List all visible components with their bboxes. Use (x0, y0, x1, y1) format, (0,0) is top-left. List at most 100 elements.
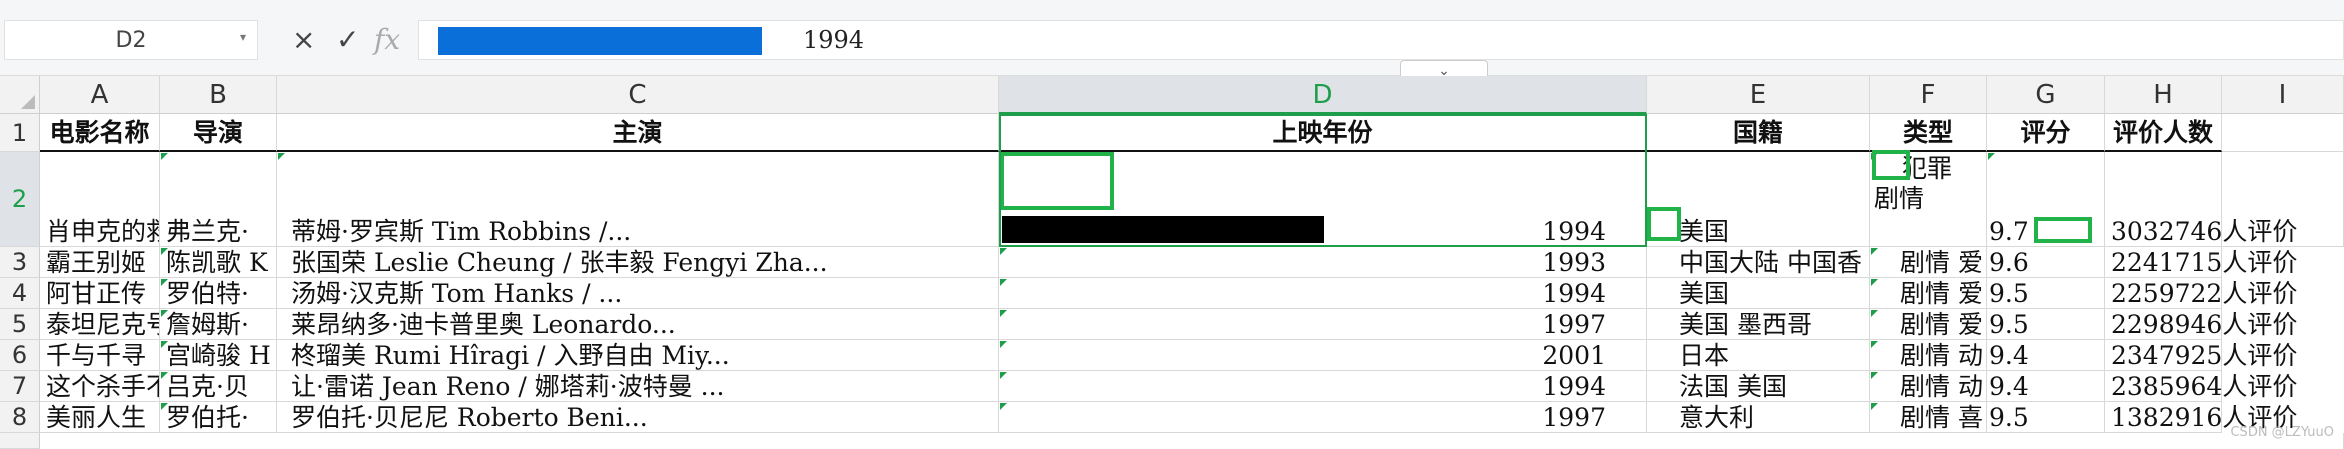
column-header-a[interactable]: A (40, 76, 160, 114)
cell-f7[interactable]: 剧情 动 (1870, 371, 1987, 402)
column-header-g[interactable]: G (1987, 76, 2105, 114)
cell-a7[interactable]: 这个杀手不 (40, 371, 160, 402)
cancel-icon[interactable]: × (292, 20, 315, 60)
cell-h3[interactable]: 2241715人评价 (2105, 247, 2297, 278)
cell-e8[interactable]: 意大利 (1647, 402, 1870, 433)
column-header-c[interactable]: C (277, 76, 999, 114)
row-header-7[interactable]: 7 (0, 371, 40, 402)
text-marker-icon (161, 341, 168, 348)
row-header-6[interactable]: 6 (0, 340, 40, 371)
cell-f4[interactable]: 剧情 爱 (1870, 278, 1987, 309)
cell-d5[interactable]: 1997 (999, 309, 1647, 340)
cell-g5[interactable]: 9.5 (1987, 309, 2105, 340)
cell-d3[interactable]: 1993 (999, 247, 1647, 278)
text-marker-icon (161, 153, 168, 160)
row-header-4[interactable]: 4 (0, 278, 40, 309)
cell-a2[interactable]: 肖申克的救 (40, 152, 160, 247)
cell-d8[interactable]: 1997 (999, 402, 1647, 433)
cell-c7[interactable]: 让·雷诺 Jean Reno / 娜塔莉·波特曼 ... (277, 371, 999, 402)
text-marker-icon (1000, 341, 1007, 348)
cell-g3[interactable]: 9.6 (1987, 247, 2105, 278)
cell-a5[interactable]: 泰坦尼克号 (40, 309, 160, 340)
column-header-d[interactable]: D (999, 76, 1647, 114)
text-marker-icon (161, 372, 168, 379)
cell-c2[interactable]: 蒂姆·罗宾斯 Tim Robbins /... (277, 152, 999, 247)
column-header-h[interactable]: H (2105, 76, 2222, 114)
column-header-b[interactable]: B (160, 76, 277, 114)
cell-e7[interactable]: 法国 美国 (1647, 371, 1870, 402)
cell-c3[interactable]: 张国荣 Leslie Cheung / 张丰毅 Fengyi Zha... (277, 247, 999, 278)
cell-a8[interactable]: 美丽人生 (40, 402, 160, 433)
cell-c8[interactable]: 罗伯托·贝尼尼 Roberto Beni... (277, 402, 999, 433)
cell-a1[interactable]: 电影名称 (40, 114, 160, 152)
text-marker-icon (161, 279, 168, 286)
name-box[interactable]: D2 (4, 20, 258, 60)
cell-f5[interactable]: 剧情 爱 (1870, 309, 1987, 340)
cell-a4[interactable]: 阿甘正传 (40, 278, 160, 309)
row-header-1[interactable]: 1 (0, 114, 40, 152)
cell-c6[interactable]: 柊瑠美 Rumi Hîragi / 入野自由 Miy... (277, 340, 999, 371)
cell-g8[interactable]: 9.5 (1987, 402, 2105, 433)
cell-h1[interactable]: 评价人数 (2105, 114, 2222, 152)
corner-triangle-icon (21, 95, 35, 109)
cell-b2[interactable]: 弗兰克· (160, 152, 277, 247)
cell-h2[interactable]: 3032746人评价 (2105, 152, 2297, 247)
cell-e5[interactable]: 美国 墨西哥 (1647, 309, 1870, 340)
row-9-partial[interactable] (40, 433, 2344, 449)
cell-g4[interactable]: 9.5 (1987, 278, 2105, 309)
column-header-f[interactable]: F (1870, 76, 1987, 114)
cell-b1[interactable]: 导演 (160, 114, 277, 152)
cell-h8[interactable]: 1382916人评价 (2105, 402, 2297, 433)
cell-e3[interactable]: 中国大陆 中国香 (1647, 247, 1870, 278)
cell-h4[interactable]: 2259722人评价 (2105, 278, 2297, 309)
cell-h7[interactable]: 2385964人评价 (2105, 371, 2297, 402)
cell-e4[interactable]: 美国 (1647, 278, 1870, 309)
column-header-e[interactable]: E (1647, 76, 1870, 114)
row-header-3[interactable]: 3 (0, 247, 40, 278)
cell-d1[interactable]: 上映年份 (999, 114, 1647, 152)
cell-g6[interactable]: 9.4 (1987, 340, 2105, 371)
cell-c4[interactable]: 汤姆·汉克斯 Tom Hanks / ... (277, 278, 999, 309)
function-icon[interactable]: fx (374, 20, 400, 60)
cell-b6[interactable]: 宫崎骏 H (160, 340, 277, 371)
cell-h5[interactable]: 2298946人评价 (2105, 309, 2297, 340)
text-marker-icon (1000, 248, 1007, 255)
text-marker-icon (1871, 341, 1878, 348)
cell-b4[interactable]: 罗伯特· (160, 278, 277, 309)
cell-d4[interactable]: 1994 (999, 278, 1647, 309)
row-header-2[interactable]: 2 (0, 152, 40, 247)
cell-f6[interactable]: 剧情 动 (1870, 340, 1987, 371)
cell-h6[interactable]: 2347925人评价 (2105, 340, 2297, 371)
cell-e1[interactable]: 国籍 (1647, 114, 1870, 152)
confirm-icon[interactable]: ✓ (336, 20, 359, 60)
cell-e6[interactable]: 日本 (1647, 340, 1870, 371)
text-marker-icon (1871, 279, 1878, 286)
cell-b8[interactable]: 罗伯托· (160, 402, 277, 433)
cell-i1[interactable] (2222, 114, 2344, 152)
cell-d7[interactable]: 1994 (999, 371, 1647, 402)
cell-g1[interactable]: 评分 (1987, 114, 2105, 152)
column-header-i[interactable]: I (2222, 76, 2344, 114)
cell-b5[interactable]: 詹姆斯· (160, 309, 277, 340)
select-all-corner[interactable] (0, 76, 40, 114)
cell-i2[interactable] (2222, 152, 2344, 247)
row-header-5[interactable]: 5 (0, 309, 40, 340)
formula-selection-highlight (438, 27, 762, 55)
row-header-8[interactable]: 8 (0, 402, 40, 433)
cell-c1[interactable]: 主演 (277, 114, 999, 152)
cell-a6[interactable]: 千与千寻 (40, 340, 160, 371)
cell-b7[interactable]: 吕克·贝 (160, 371, 277, 402)
redaction-bar (1002, 216, 1324, 243)
cell-a3[interactable]: 霸王别姬 (40, 247, 160, 278)
cell-c5[interactable]: 莱昂纳多·迪卡普里奥 Leonardo... (277, 309, 999, 340)
cell-f3[interactable]: 剧情 爱 (1870, 247, 1987, 278)
chevron-down-icon[interactable]: ▾ (240, 30, 246, 44)
row-header-9[interactable] (0, 433, 40, 449)
cell-b3[interactable]: 陈凯歌 K (160, 247, 277, 278)
cell-g7[interactable]: 9.4 (1987, 371, 2105, 402)
cell-f1[interactable]: 类型 (1870, 114, 1987, 152)
cell-d6[interactable]: 2001 (999, 340, 1647, 371)
cell-f8[interactable]: 剧情 喜 (1870, 402, 1987, 433)
annotation-box (2034, 217, 2092, 243)
text-marker-icon (1000, 372, 1007, 379)
